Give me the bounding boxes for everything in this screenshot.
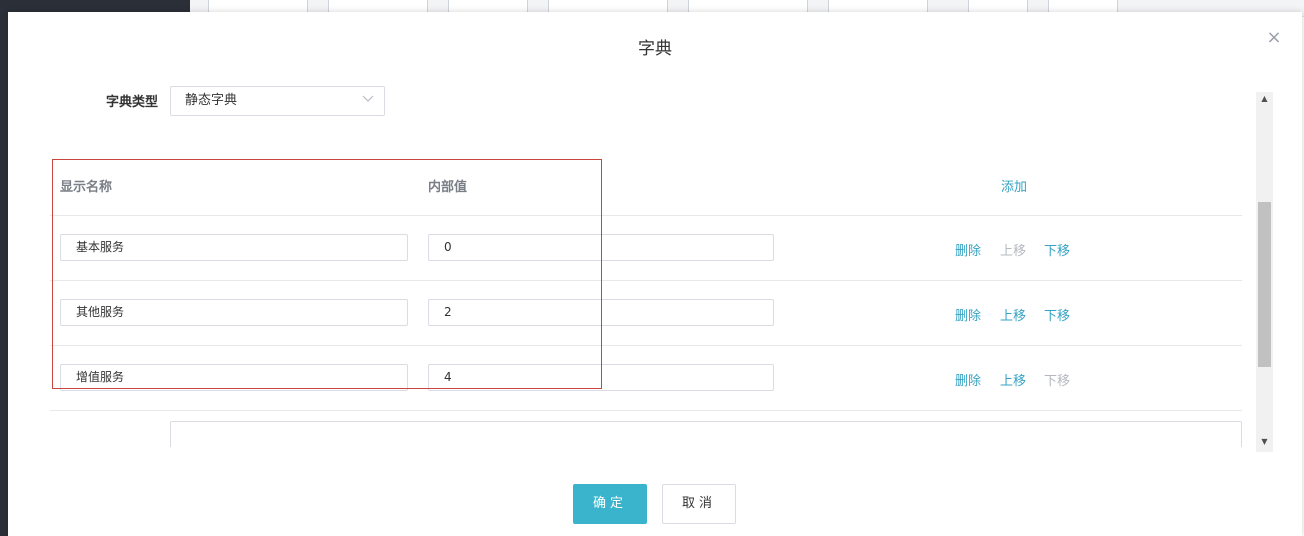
modal-content: 字典类型 静态字典 显示名称 内部值 添加 基本服务 0 删除 上移 下移 其他… <box>48 82 1243 447</box>
confirm-button[interactable]: 确定 <box>573 484 647 524</box>
content-scrollbar[interactable]: ▲ ▼ <box>1256 92 1273 452</box>
display-name-input[interactable]: 基本服务 <box>60 234 408 261</box>
row-divider <box>50 410 1242 411</box>
dictionary-modal: 字典 × 字典类型 静态字典 显示名称 内部值 添加 基本服务 0 删除 上移 … <box>8 12 1302 536</box>
internal-value-header: 内部值 <box>428 180 468 195</box>
display-name-header: 显示名称 <box>60 180 113 195</box>
row-divider <box>50 345 1242 346</box>
modal-title: 字典 <box>638 39 672 59</box>
row-divider <box>50 215 1242 216</box>
chevron-down-icon <box>362 87 374 115</box>
scroll-up-arrow-icon[interactable]: ▲ <box>1256 92 1273 106</box>
remark-textarea[interactable] <box>170 421 1242 447</box>
display-name-input[interactable]: 其他服务 <box>60 299 408 326</box>
move-down-link[interactable]: 下移 <box>1044 370 1070 389</box>
dict-type-label: 字典类型 <box>105 95 158 110</box>
internal-value-input[interactable]: 2 <box>428 299 774 326</box>
add-row-link[interactable]: 添加 <box>1001 176 1027 195</box>
move-up-link[interactable]: 上移 <box>1000 240 1026 259</box>
remark-label: 备注 <box>88 444 158 447</box>
move-up-link[interactable]: 上移 <box>1000 305 1026 324</box>
delete-row-link[interactable]: 删除 <box>955 240 981 259</box>
cancel-button[interactable]: 取消 <box>662 484 736 524</box>
internal-value-input[interactable]: 4 <box>428 364 774 391</box>
dict-type-select[interactable]: 静态字典 <box>170 86 385 116</box>
internal-value-input[interactable]: 0 <box>428 234 774 261</box>
delete-row-link[interactable]: 删除 <box>955 370 981 389</box>
scroll-down-arrow-icon[interactable]: ▼ <box>1256 435 1273 449</box>
dict-type-value: 静态字典 <box>185 93 238 108</box>
row-divider <box>50 280 1242 281</box>
highlight-annotation-box <box>52 159 602 389</box>
move-down-link[interactable]: 下移 <box>1044 240 1070 259</box>
move-down-link[interactable]: 下移 <box>1044 305 1070 324</box>
display-name-input[interactable]: 增值服务 <box>60 364 408 391</box>
move-up-link[interactable]: 上移 <box>1000 370 1026 389</box>
close-icon[interactable]: × <box>1266 29 1282 47</box>
scrollbar-thumb[interactable] <box>1258 202 1271 367</box>
delete-row-link[interactable]: 删除 <box>955 305 981 324</box>
